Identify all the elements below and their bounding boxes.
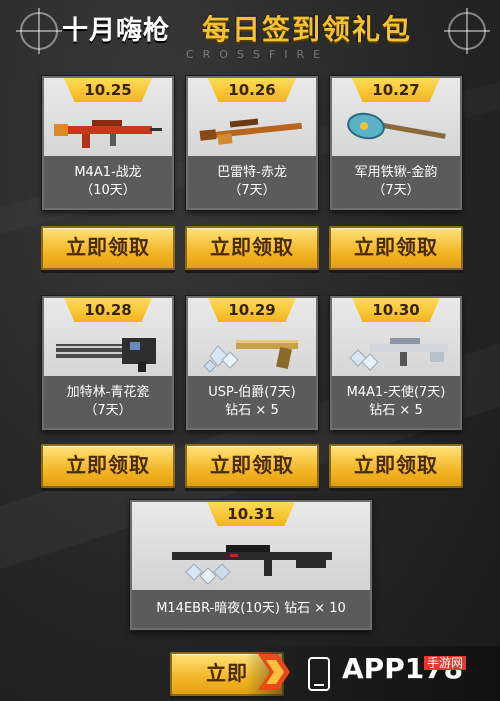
crossfire-logo-icon (258, 654, 290, 690)
reward-card: 10.29 USP-伯爵(7天) 钻石 × 5 (186, 296, 318, 430)
reward-caption: M4A1-天使(7天) 钻石 × 5 (332, 376, 460, 428)
date-tab: 10.26 (208, 78, 296, 102)
marksman-rifle-with-diamonds-icon (172, 545, 332, 585)
rifle-with-diamonds-icon (349, 338, 448, 371)
rifle-icon (54, 120, 162, 148)
claim-button[interactable]: 立即领取 (329, 444, 463, 488)
reward-name: M4A1-天使(7天) (346, 385, 446, 400)
reward-name: 加特林-青花瓷 (66, 385, 150, 400)
pistol-with-diamonds-icon (203, 340, 298, 373)
reward-card: 10.30 M4A1-天使(7天) 钻石 × 5 (330, 296, 462, 430)
reward-name: M4A1-战龙 (74, 165, 142, 180)
reward-name: 军用铁锹-金韵 (354, 165, 438, 180)
claim-button[interactable]: 立即领取 (185, 226, 319, 270)
featured-reward-card: 10.31 M14EBR-暗夜(10天) 钻石 × 10 (130, 500, 372, 630)
header: 十月嗨枪 每日签到领礼包 CROSSFIRE (0, 0, 500, 74)
reward-card: 10.27 军用铁锹-金韵 （7天） (330, 76, 462, 210)
watermark-brand-cn: 手游网 (424, 656, 467, 670)
reward-name: USP-伯爵(7天) (208, 385, 296, 400)
reward-name: M14EBR-暗夜(10天) 钻石 × 10 (156, 601, 346, 616)
sniper-rifle-icon (199, 118, 303, 145)
reward-duration: （10天） (80, 183, 136, 198)
reward-duration: （7天） (84, 403, 132, 418)
reward-caption: 军用铁锹-金韵 （7天） (332, 156, 460, 208)
gatling-gun-icon (56, 338, 156, 372)
claim-button[interactable]: 立即领取 (41, 444, 175, 488)
date-tab: 10.25 (64, 78, 152, 102)
claim-button[interactable]: 立即领取 (185, 444, 319, 488)
page-title-highlight: 每日签到领礼包 (202, 13, 413, 46)
reward-caption: USP-伯爵(7天) 钻石 × 5 (188, 376, 316, 428)
reward-duration: （7天） (372, 183, 420, 198)
claim-button[interactable]: 立即领取 (41, 226, 175, 270)
reward-card: 10.25 M4A1-战龙 （10天） (42, 76, 174, 210)
page-title: 十月嗨枪 (62, 16, 171, 46)
reward-duration: （7天） (228, 183, 276, 198)
subtitle: CROSSFIRE (186, 48, 330, 61)
reward-name: 巴雷特-赤龙 (217, 165, 287, 180)
watermark-logo: APP178 手游网 (246, 646, 500, 701)
reward-caption: 加特林-青花瓷 （7天） (44, 376, 172, 428)
reward-card: 10.26 巴雷特-赤龙 （7天） (186, 76, 318, 210)
date-tab: 10.28 (64, 298, 152, 322)
date-tab: 10.29 (208, 298, 296, 322)
date-tab: 10.27 (352, 78, 440, 102)
reward-quantity: 钻石 × 5 (369, 403, 423, 418)
claim-button[interactable]: 立即领取 (329, 226, 463, 270)
reward-caption: 巴雷特-赤龙 （7天） (188, 156, 316, 208)
crosshair-icon (16, 8, 62, 54)
date-tab: 10.30 (352, 298, 440, 322)
crosshair-icon (444, 8, 490, 54)
reward-caption: M14EBR-暗夜(10天) 钻石 × 10 (132, 590, 370, 628)
shovel-icon (347, 112, 446, 140)
reward-quantity: 钻石 × 5 (225, 403, 279, 418)
reward-caption: M4A1-战龙 （10天） (44, 156, 172, 208)
date-tab: 10.31 (207, 502, 295, 526)
phone-icon (308, 657, 330, 691)
reward-card: 10.28 加特林-青花瓷 （7天） (42, 296, 174, 430)
